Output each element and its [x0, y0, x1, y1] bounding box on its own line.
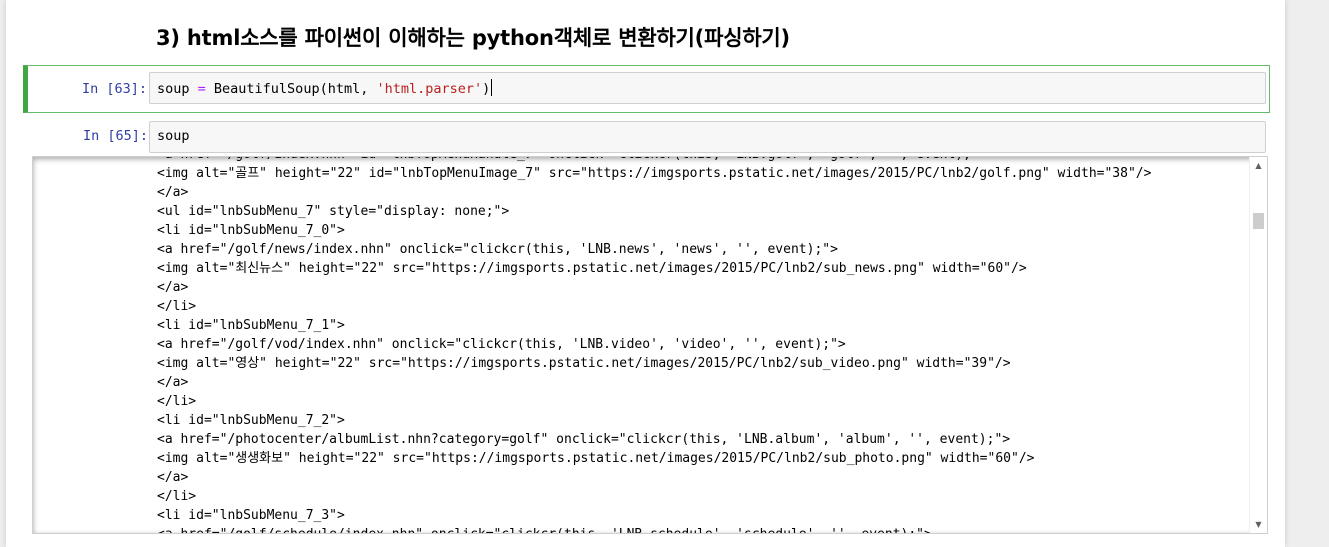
output-area[interactable]: <a href="/golf/index.nhn" id="lnbTopMenu… [32, 156, 1268, 534]
code-close: ) [482, 81, 491, 97]
output-text: <a href="/golf/index.nhn" id="lnbTopMenu… [157, 157, 1247, 533]
output-line: </a> [157, 470, 189, 485]
output-line: </li> [157, 299, 197, 314]
output-line: <a href="/golf/news/index.nhn" onclick="… [157, 242, 838, 257]
output-line: <li id="lnbSubMenu_7_1"> [157, 318, 345, 333]
code-cell-selected[interactable]: In [63]: soup = BeautifulSoup(html, 'htm… [23, 65, 1270, 113]
output-scrollbar[interactable]: ▲ ▼ [1249, 157, 1267, 533]
output-line: </a> [157, 185, 189, 200]
output-line: </a> [157, 280, 189, 295]
output-line: </li> [157, 489, 197, 504]
output-line: <li id="lnbSubMenu_7_3"> [157, 508, 345, 523]
output-line: <img alt="영상" height="22" src="https://i… [157, 356, 1011, 371]
output-line: </a> [157, 375, 189, 390]
output-line: <a href="/golf/vod/index.nhn" onclick="c… [157, 337, 846, 352]
notebook-page: 3) html소스를 파이썬이 이해하는 python객체로 변환하기(파싱하기… [6, 0, 1285, 547]
code-call: BeautifulSoup(html, [205, 81, 377, 97]
output-line: <img alt="골프" height="22" id="lnbTopMenu… [157, 166, 1152, 181]
code-cell[interactable]: In [65]: soup <a href="/golf/index.nhn" … [23, 118, 1270, 538]
code-var: soup [157, 81, 198, 97]
output-line: <li id="lnbSubMenu_7_2"> [157, 413, 345, 428]
output-line: <li id="lnbSubMenu_7_0"> [157, 223, 345, 238]
output-line: <img alt="최신뉴스" height="22" src="https:/… [157, 261, 1027, 276]
scroll-down-icon[interactable]: ▼ [1250, 516, 1267, 533]
output-line: <a href="/photocenter/albumList.nhn?cate… [157, 432, 1011, 447]
code-string: 'html.parser' [376, 81, 483, 97]
output-line: <a href="/golf/index.nhn" id="lnbTopMenu… [157, 157, 1247, 164]
output-line: <a href="/golf/schedule/index.nhn" oncli… [157, 525, 1247, 533]
scroll-up-icon[interactable]: ▲ [1250, 157, 1267, 174]
scroll-thumb[interactable] [1253, 213, 1264, 229]
code-operator: = [197, 81, 206, 97]
output-line: <img alt="생생화보" height="22" src="https:/… [157, 451, 1035, 466]
output-line: <ul id="lnbSubMenu_7" style="display: no… [157, 204, 510, 219]
output-line: </li> [157, 394, 197, 409]
code-input[interactable]: soup = BeautifulSoup(html, 'html.parser'… [149, 72, 1266, 104]
markdown-heading: 3) html소스를 파이썬이 이해하는 python객체로 변환하기(파싱하기… [156, 26, 790, 50]
code-input[interactable]: soup [149, 121, 1266, 153]
text-cursor [491, 79, 493, 96]
